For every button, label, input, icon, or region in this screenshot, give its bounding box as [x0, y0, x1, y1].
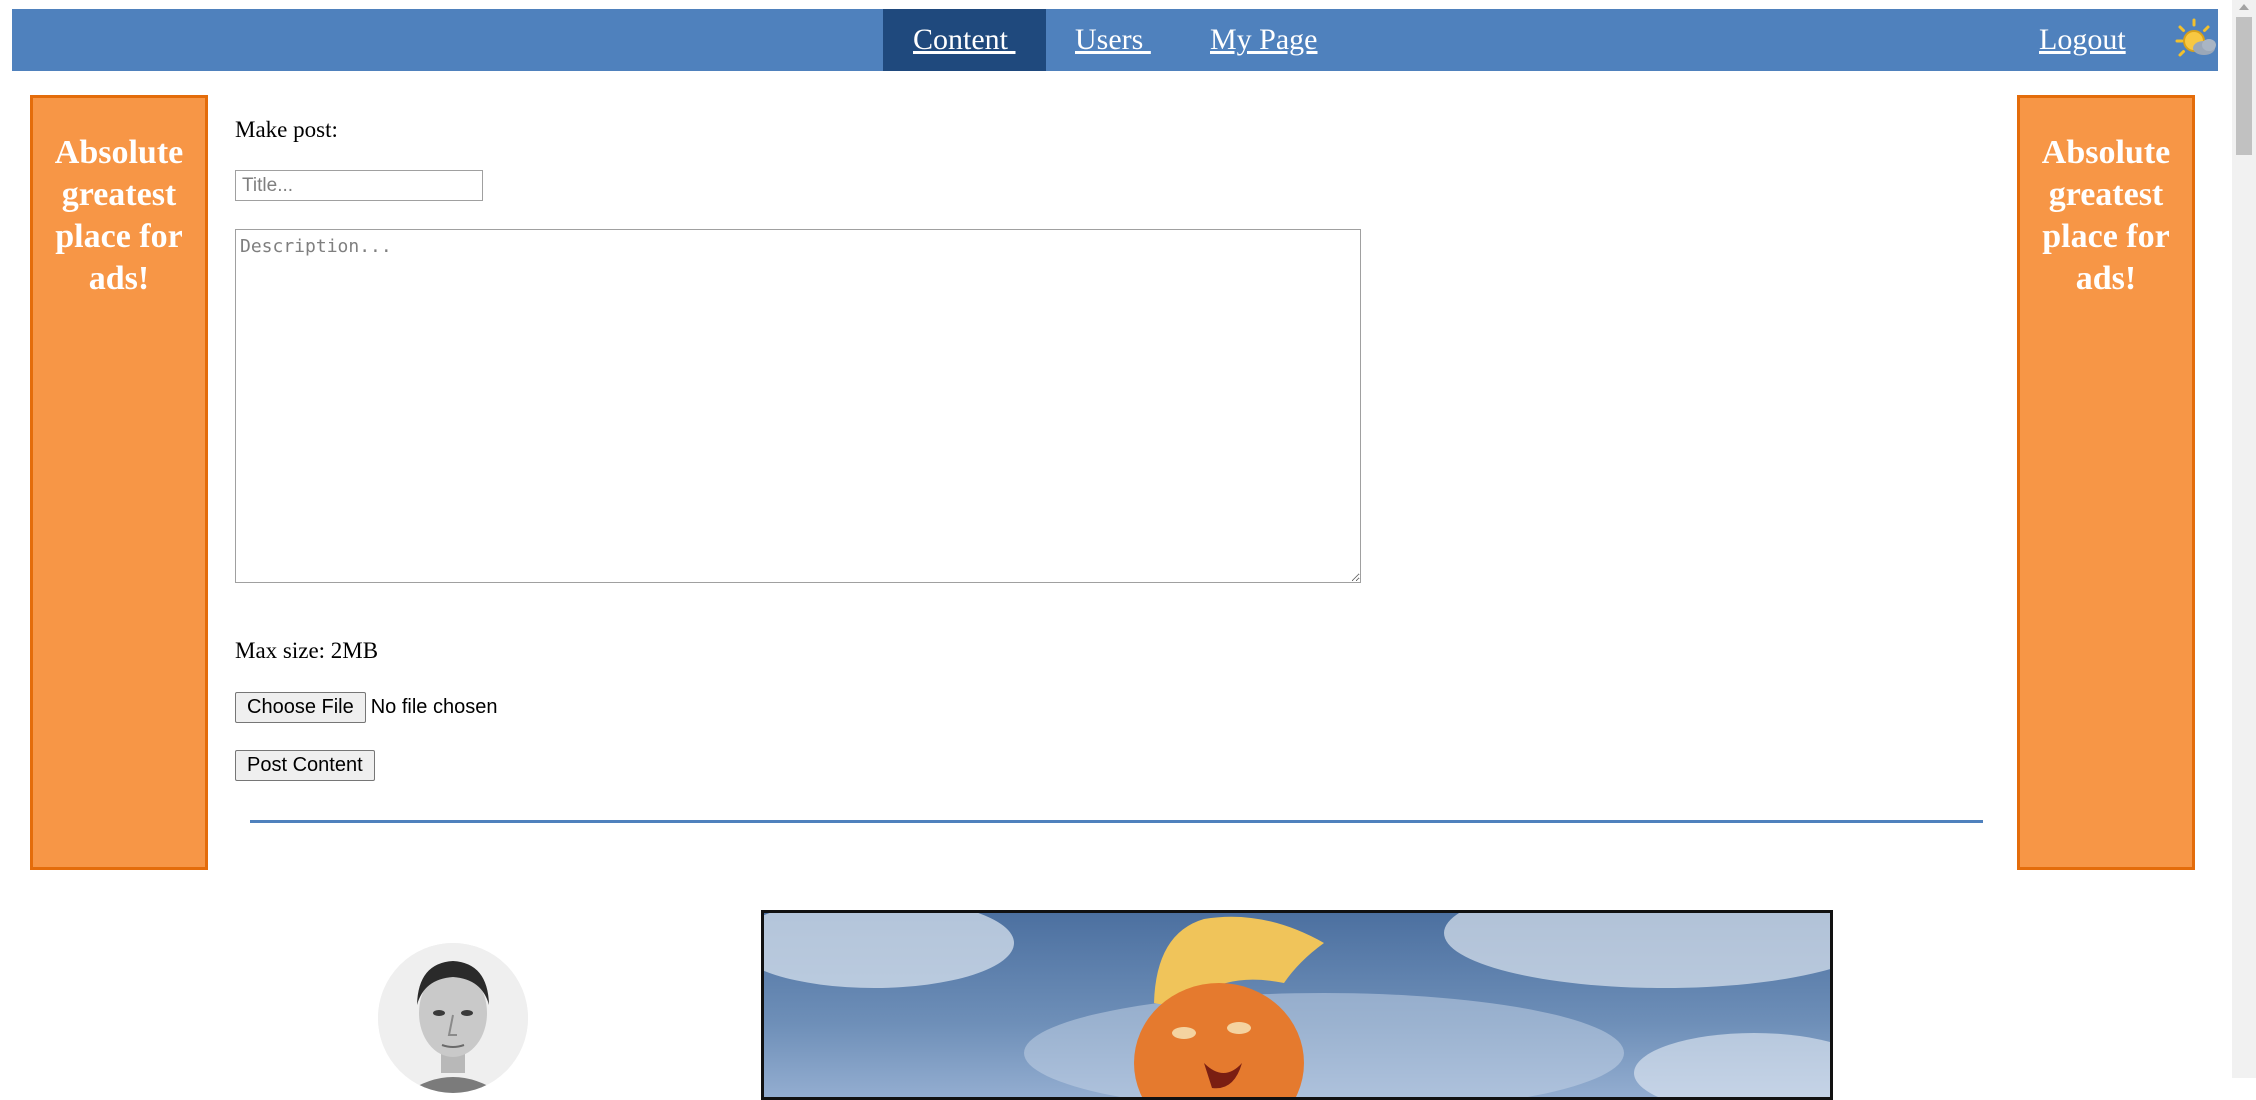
nav-tab-my-page[interactable]: My Page [1210, 9, 1318, 71]
choose-file-button[interactable]: Choose File [235, 691, 366, 723]
scrollbar-thumb[interactable] [2236, 17, 2252, 155]
section-divider [250, 820, 1983, 823]
logout-link[interactable]: Logout [2039, 9, 2126, 71]
max-size-label: Max size: 2MB [235, 638, 379, 663]
ad-banner-right: Absolute greatest place for ads! [2017, 95, 2195, 870]
file-status-text: No file chosen [370, 695, 498, 718]
avatar[interactable] [378, 943, 528, 1093]
make-post-heading: Make post: [235, 117, 338, 142]
weather-sun-cloud-icon[interactable] [2174, 17, 2220, 63]
nav-tab-content[interactable]: Content [883, 9, 1046, 71]
post-image[interactable] [761, 910, 1833, 1100]
description-textarea[interactable] [235, 229, 1361, 583]
top-nav-bar: Content Users My Page Logout [12, 9, 2218, 71]
file-picker: Choose File No file chosen [235, 691, 498, 723]
nav-tab-users[interactable]: Users [1075, 9, 1151, 71]
ad-banner-left: Absolute greatest place for ads! [30, 95, 208, 870]
vertical-scrollbar[interactable] [2232, 0, 2256, 1078]
title-input[interactable] [235, 170, 483, 201]
post-content-button[interactable]: Post Content [235, 750, 375, 781]
scroll-up-arrow-icon[interactable] [2239, 4, 2249, 10]
